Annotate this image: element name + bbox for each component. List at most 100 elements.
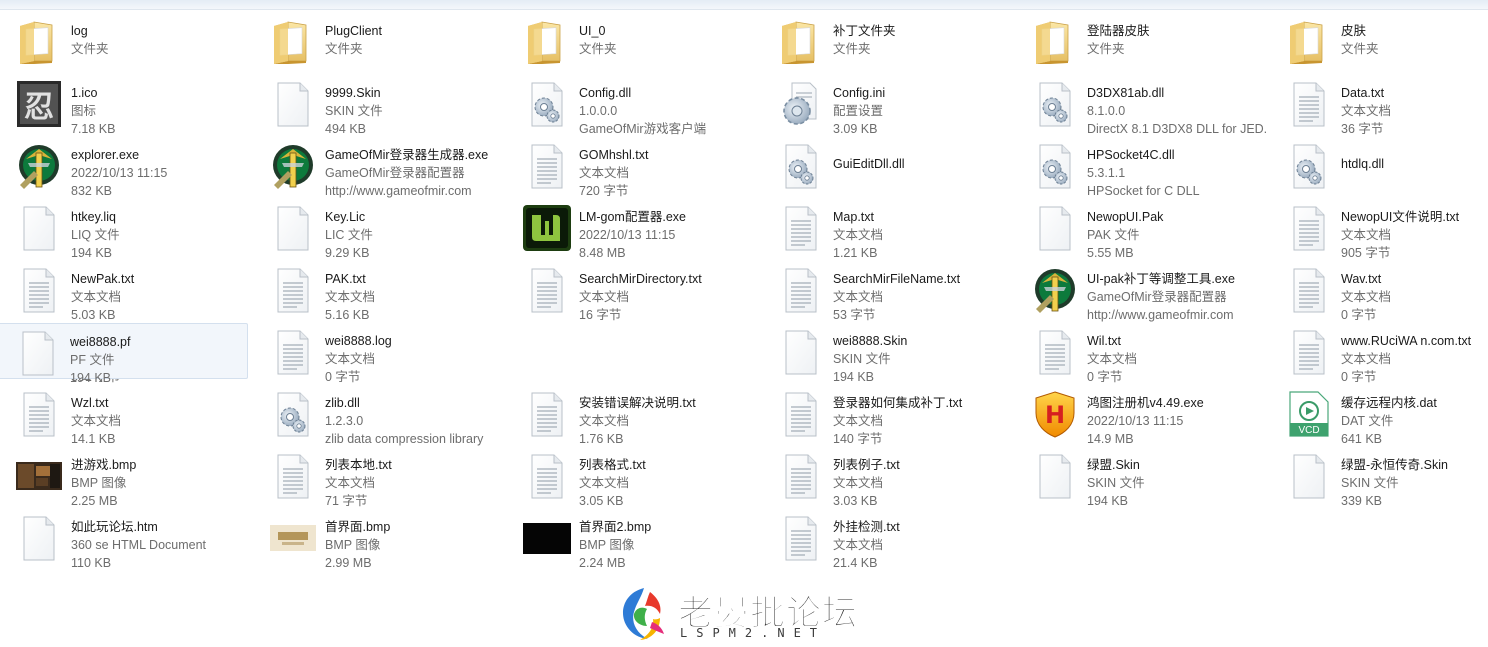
file-detail: 文本文档 bbox=[579, 290, 630, 304]
file-name: NewopUI文件说明.txt bbox=[1341, 210, 1460, 224]
text-file-icon bbox=[1284, 327, 1334, 377]
file-detail: LIQ 文件 bbox=[71, 228, 120, 242]
file-item[interactable]: htkey.liq LIQ 文件 194 KB bbox=[0, 199, 250, 260]
file-item[interactable]: NewopUI文件说明.txt 文本文档 905 字节 bbox=[1270, 199, 1488, 260]
file-details: 首界面2.bmp BMP 图像 2.24 MB bbox=[579, 518, 759, 572]
file-item[interactable]: 列表例子.txt 文本文档 3.03 KB bbox=[762, 447, 1012, 508]
file-details: PAK.txt 文本文档 5.16 KB bbox=[325, 270, 505, 324]
file-item[interactable]: 进游戏.bmp BMP 图像 2.25 MB bbox=[0, 447, 250, 508]
file-name: 登录器如何集成补丁.txt bbox=[833, 396, 963, 410]
file-item[interactable]: Key.Lic LIC 文件 9.29 KB bbox=[254, 199, 504, 260]
file-item[interactable]: 安装错误解决说明.txt 文本文档 1.76 KB bbox=[508, 385, 758, 446]
file-item[interactable]: Config.ini 配置设置 3.09 KB bbox=[762, 75, 1012, 136]
file-item[interactable]: wei8888.log 文本文档 0 字节 bbox=[254, 323, 504, 384]
file-details: Wzl.txt 文本文档 14.1 KB bbox=[71, 394, 251, 448]
file-item[interactable]: Wzl.txt 文本文档 14.1 KB bbox=[0, 385, 250, 446]
file-row: log 文件夹 PlugClient 文件夹 UI_0 文件夹 补丁文件夹 文件夹 登陆… bbox=[0, 13, 1488, 75]
explorer-top-edge bbox=[0, 0, 1488, 10]
file-detail: PF 文件 bbox=[70, 353, 115, 367]
file-item[interactable]: 首界面2.bmp BMP 图像 2.24 MB bbox=[508, 509, 758, 570]
file-detail: 7.18 KB bbox=[71, 122, 116, 136]
file-item[interactable]: D3DX81ab.dll 8.1.0.0 DirectX 8.1 D3DX8 DLL… bbox=[1016, 75, 1267, 136]
file-item[interactable]: zlib.dll 1.2.3.0 zlib data compression lib… bbox=[254, 385, 504, 446]
file-row: NewPak.txt 文本文档 5.03 KB PAK.txt 文本文档 5.16 KB… bbox=[0, 261, 1488, 323]
file-item[interactable]: Data.txt 文本文档 36 字节 bbox=[1270, 75, 1488, 136]
file-detail: 文本文档 bbox=[833, 228, 884, 242]
file-details: SearchMirFileName.txt 文本文档 53 字节 bbox=[833, 270, 1013, 324]
ico-image-icon: 忍 bbox=[14, 79, 64, 129]
file-item[interactable]: H 鸿图注册机v4.49.exe 2022/10/13 11:15 14.9 MB bbox=[1016, 385, 1266, 446]
file-details: SearchMirDirectory.txt 文本文档 16 字节 bbox=[579, 270, 759, 324]
file-item[interactable]: HPSocket4C.dll 5.3.1.1 HPSocket for C DLL bbox=[1016, 137, 1266, 198]
file-item[interactable]: 首界面.bmp BMP 图像 2.99 MB bbox=[254, 509, 504, 570]
file-detail: 文本文档 bbox=[1341, 290, 1392, 304]
text-file-icon bbox=[1030, 327, 1080, 377]
file-detail: 文本文档 bbox=[1341, 228, 1392, 242]
file-item[interactable]: GuiEditDll.dll bbox=[762, 137, 1012, 193]
file-item[interactable]: VCD 缓存远程内核.dat DAT 文件 641 KB bbox=[1270, 385, 1488, 446]
file-detail: 1.2.3.0 bbox=[325, 414, 364, 428]
file-item[interactable]: Map.txt 文本文档 1.21 KB bbox=[762, 199, 1012, 260]
watermark-logo: 老晏批论坛 LSPM2.NET bbox=[614, 582, 874, 644]
file-item[interactable]: PAK.txt 文本文档 5.16 KB bbox=[254, 261, 504, 322]
file-item[interactable]: 绿盟.Skin SKIN 文件 194 KB bbox=[1016, 447, 1266, 508]
file-item[interactable]: GameOfMir登录器生成器.exe GameOfMir登录器配置器 http:/… bbox=[254, 137, 504, 198]
text-file-icon bbox=[14, 389, 64, 439]
file-item[interactable]: UI_0 文件夹 bbox=[508, 13, 758, 69]
file-item[interactable]: PlugClient 文件夹 bbox=[254, 13, 504, 69]
file-item[interactable]: 如此玩论坛.htm 360 se HTML Document 110 KB bbox=[0, 509, 250, 570]
file-item[interactable]: log 文件夹 bbox=[0, 13, 250, 69]
file-item[interactable]: 登陆器皮肤 文件夹 bbox=[1016, 13, 1266, 69]
file-item[interactable]: explorer.exe 2022/10/13 11:15 832 KB bbox=[0, 137, 250, 198]
file-detail: 文件夹 bbox=[325, 42, 363, 56]
file-detail: 文本文档 bbox=[325, 290, 376, 304]
file-detail: 5.03 KB bbox=[71, 308, 116, 322]
file-row: htkey.liq LIQ 文件 194 KB Key.Lic LIC 文件 9.29 … bbox=[0, 199, 1488, 261]
file-item[interactable]: 9999.Skin SKIN 文件 494 KB bbox=[254, 75, 504, 136]
file-item[interactable]: Config.dll 1.0.0.0 GameOfMir游戏客户端 bbox=[508, 75, 758, 136]
file-detail: GameOfMir登录器配置器 bbox=[325, 166, 465, 180]
file-item[interactable]: 绿盟-永恒传奇.Skin SKIN 文件 339 KB bbox=[1270, 447, 1488, 508]
vcd-file-icon: VCD bbox=[1284, 389, 1334, 439]
file-row: 忍 1.ico 图标 7.18 KB 9999.Skin SKIN 文件 494 KB … bbox=[0, 75, 1488, 137]
file-details: Data.txt 文本文档 36 字节 bbox=[1341, 84, 1486, 138]
file-detail: 2.25 MB bbox=[71, 494, 118, 508]
file-item[interactable]: SearchMirDirectory.txt 文本文档 16 字节 bbox=[508, 261, 758, 322]
file-item[interactable]: 列表本地.txt 文本文档 71 字节 bbox=[254, 447, 504, 508]
file-details: 登陆器皮肤 文件夹 bbox=[1087, 22, 1267, 58]
file-details: 进游戏.bmp BMP 图像 2.25 MB bbox=[71, 456, 251, 510]
blank-file-icon bbox=[14, 513, 64, 563]
file-item[interactable]: wei8888.Skin SKIN 文件 194 KB bbox=[762, 323, 1012, 384]
file-name: NewopUI.Pak bbox=[1087, 210, 1164, 224]
file-details: LM-gom配置器.exe 2022/10/13 11:15 8.48 MB bbox=[579, 208, 759, 262]
file-detail: HPSocket for C DLL bbox=[1087, 184, 1200, 198]
file-item[interactable]: SearchMirFileName.txt 文本文档 53 字节 bbox=[762, 261, 1012, 322]
text-file-icon bbox=[522, 141, 572, 191]
file-name: SearchMirFileName.txt bbox=[833, 272, 961, 286]
file-item[interactable]: UI-pak补丁等调整工具.exe GameOfMir登录器配置器 http://w… bbox=[1016, 261, 1266, 322]
file-item[interactable]: 外挂检测.txt 文本文档 21.4 KB bbox=[762, 509, 1012, 570]
file-detail: 3.05 KB bbox=[579, 494, 624, 508]
file-item[interactable]: NewPak.txt 文本文档 5.03 KB bbox=[0, 261, 250, 322]
file-detail: BMP 图像 bbox=[579, 538, 635, 552]
file-item[interactable]: wei8888.pf PF 文件 194 KB bbox=[0, 323, 248, 385]
file-detail: GameOfMir游戏客户端 bbox=[579, 122, 707, 136]
file-item[interactable]: 忍 1.ico 图标 7.18 KB bbox=[0, 75, 250, 136]
file-name: 列表例子.txt bbox=[833, 458, 900, 472]
file-item[interactable]: NewopUI.Pak PAK 文件 5.55 MB bbox=[1016, 199, 1266, 260]
file-item[interactable]: 列表格式.txt 文本文档 3.05 KB bbox=[508, 447, 758, 508]
file-item[interactable]: htdlq.dll bbox=[1270, 137, 1488, 193]
file-item[interactable]: 补丁文件夹 文件夹 bbox=[762, 13, 1012, 69]
file-detail: PAK 文件 bbox=[1087, 228, 1140, 242]
file-details: NewopUI文件说明.txt 文本文档 905 字节 bbox=[1341, 208, 1486, 262]
file-detail: zlib data compression library bbox=[325, 432, 484, 446]
file-item[interactable]: Wil.txt 文本文档 0 字节 bbox=[1016, 323, 1266, 384]
file-item[interactable]: LM-gom配置器.exe 2022/10/13 11:15 8.48 MB bbox=[508, 199, 758, 260]
file-detail: 文本文档 bbox=[325, 352, 376, 366]
file-item[interactable]: 登录器如何集成补丁.txt 文本文档 140 字节 bbox=[762, 385, 1012, 446]
file-detail: 文本文档 bbox=[579, 166, 630, 180]
file-item[interactable]: 皮肤 文件夹 bbox=[1270, 13, 1488, 69]
file-item[interactable]: www.RUciWA n.com.txt 文本文档 0 字节 bbox=[1270, 323, 1488, 384]
file-item[interactable]: Wav.txt 文本文档 0 字节 bbox=[1270, 261, 1488, 322]
file-item[interactable]: GOMhshl.txt 文本文档 720 字节 bbox=[508, 137, 758, 198]
